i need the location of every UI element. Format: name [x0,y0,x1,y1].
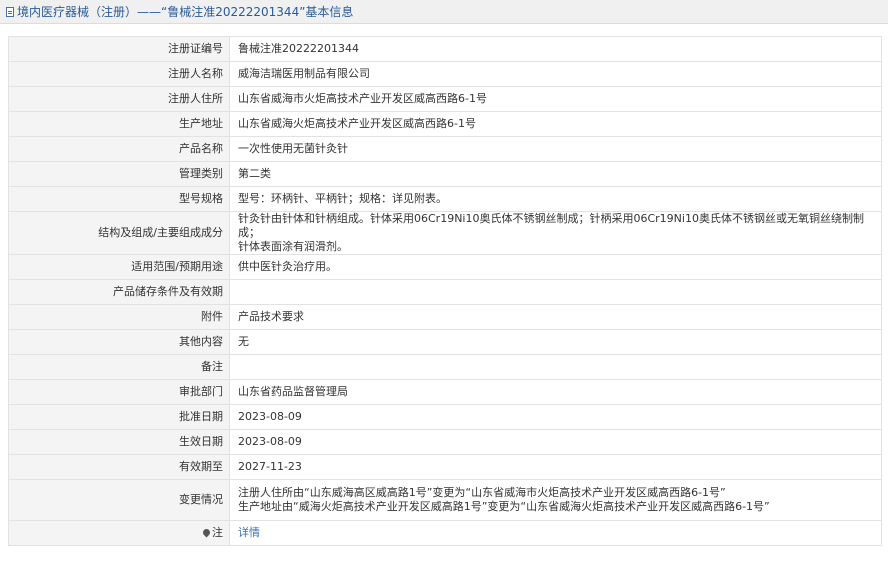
row-value-line: 注册人住所由“山东威海高区威高路1号”变更为“山东省威海市火炬高技术产业开发区威… [238,486,726,499]
row-value-line: 针灸针由针体和针柄组成。针体采用06Cr19Ni10奥氏体不锈钢丝制成；针柄采用… [238,212,864,239]
page-title: 境内医疗器械（注册）——“鲁械注准20222201344”基本信息 [17,5,354,19]
info-table: 注册证编号 鲁械注准20222201344 注册人名称 威海洁瑞医用制品有限公司… [8,36,882,546]
row-label: 注册证编号 [8,36,230,62]
row-label: 生产地址 [8,111,230,137]
row-value: 威海洁瑞医用制品有限公司 [229,61,882,87]
table-row: 注册人名称 威海洁瑞医用制品有限公司 [8,61,882,87]
table-row: 变更情况 注册人住所由“山东威海高区威高路1号”变更为“山东省威海市火炬高技术产… [8,479,882,521]
table-row: 批准日期 2023-08-09 [8,404,882,430]
row-value: 第二类 [229,161,882,187]
row-value-line: 针体表面涂有润滑剂。 [238,240,348,253]
row-label: 有效期至 [8,454,230,480]
row-label: 注册人名称 [8,61,230,87]
row-value: 2027-11-23 [229,454,882,480]
table-row: 生效日期 2023-08-09 [8,429,882,455]
row-label: 产品名称 [8,136,230,162]
row-label: 生效日期 [8,429,230,455]
row-value-line: 生产地址由“威海火炬高技术产业开发区威高路1号”变更为“山东省威海火炬高技术产业… [238,500,770,513]
page: 境内医疗器械（注册）——“鲁械注准20222201344”基本信息 注册证编号 … [0,0,888,561]
row-value: 注册人住所由“山东威海高区威高路1号”变更为“山东省威海市火炬高技术产业开发区威… [229,479,882,521]
row-label: 结构及组成/主要组成成分 [8,211,230,255]
row-value: 2023-08-09 [229,429,882,455]
note-value-cell: 详情 [229,520,882,546]
row-value [229,354,882,380]
details-link[interactable]: 详情 [238,526,260,539]
row-value: 型号：环柄针、平柄针；规格：详见附表。 [229,186,882,212]
row-label: 审批部门 [8,379,230,405]
row-label: 变更情况 [8,479,230,521]
table-row: 有效期至 2027-11-23 [8,454,882,480]
table-row: 型号规格 型号：环柄针、平柄针；规格：详见附表。 [8,186,882,212]
row-label: 产品储存条件及有效期 [8,279,230,305]
table-row: 其他内容 无 [8,329,882,355]
pin-icon [201,527,212,537]
table-row: 注册证编号 鲁械注准20222201344 [8,36,882,62]
row-label: 型号规格 [8,186,230,212]
row-value: 产品技术要求 [229,304,882,330]
row-value: 供中医针灸治疗用。 [229,254,882,280]
row-value: 山东省威海火炬高技术产业开发区威高西路6-1号 [229,111,882,137]
table-row: 审批部门 山东省药品监督管理局 [8,379,882,405]
row-label: 适用范围/预期用途 [8,254,230,280]
table-row: 管理类别 第二类 [8,161,882,187]
row-value [229,279,882,305]
table-row: 适用范围/预期用途 供中医针灸治疗用。 [8,254,882,280]
table-row: 注 详情 [8,520,882,546]
row-value: 一次性使用无菌针灸针 [229,136,882,162]
document-icon [6,6,14,17]
note-label: 注 [212,526,223,539]
row-value: 山东省威海市火炬高技术产业开发区威高西路6-1号 [229,86,882,112]
row-value: 2023-08-09 [229,404,882,430]
table-row: 结构及组成/主要组成成分 针灸针由针体和针柄组成。针体采用06Cr19Ni10奥… [8,211,882,255]
table-row: 生产地址 山东省威海火炬高技术产业开发区威高西路6-1号 [8,111,882,137]
table-row: 产品储存条件及有效期 [8,279,882,305]
note-label-cell: 注 [8,520,230,546]
row-label: 注册人住所 [8,86,230,112]
row-label: 其他内容 [8,329,230,355]
row-label: 附件 [8,304,230,330]
table-row: 产品名称 一次性使用无菌针灸针 [8,136,882,162]
page-header: 境内医疗器械（注册）——“鲁械注准20222201344”基本信息 [0,0,888,24]
table-row: 附件 产品技术要求 [8,304,882,330]
table-row: 备注 [8,354,882,380]
row-label: 管理类别 [8,161,230,187]
row-label: 备注 [8,354,230,380]
row-value: 山东省药品监督管理局 [229,379,882,405]
row-value: 无 [229,329,882,355]
row-value: 针灸针由针体和针柄组成。针体采用06Cr19Ni10奥氏体不锈钢丝制成；针柄采用… [229,211,882,255]
row-value: 鲁械注准20222201344 [229,36,882,62]
table-row: 注册人住所 山东省威海市火炬高技术产业开发区威高西路6-1号 [8,86,882,112]
row-label: 批准日期 [8,404,230,430]
